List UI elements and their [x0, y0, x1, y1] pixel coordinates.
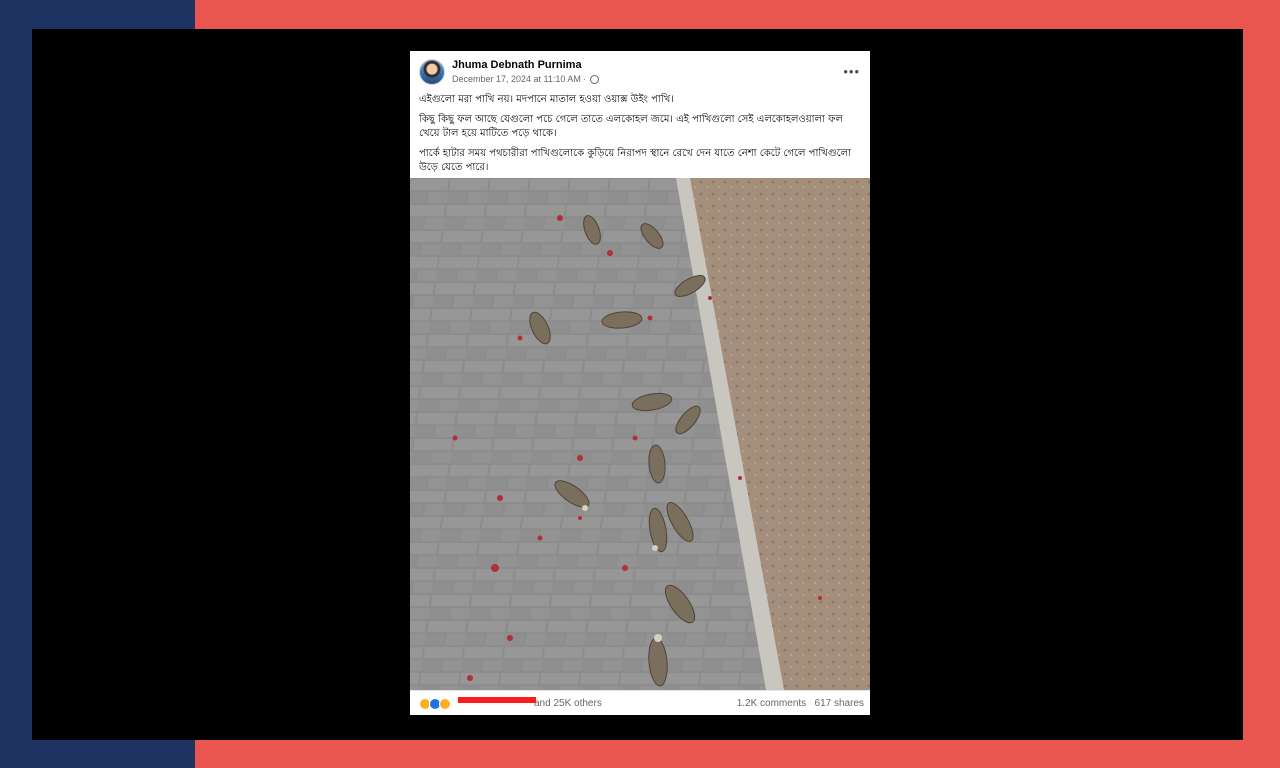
engagement-counts: 1.2K comments 617 shares [737, 698, 864, 709]
post-meta: December 17, 2024 at 11:10 AM · [452, 74, 599, 84]
globe-icon [589, 74, 599, 84]
waxwing-photo-illustration [410, 178, 870, 690]
comments-count[interactable]: 1.2K comments [737, 698, 806, 709]
author-name[interactable]: Jhuma Debnath Purnima [452, 59, 582, 71]
post-header: Jhuma Debnath Purnima December 17, 2024 … [410, 51, 870, 91]
shares-count[interactable]: 617 shares [815, 698, 864, 709]
author-avatar[interactable] [419, 59, 445, 85]
facebook-post: Jhuma Debnath Purnima December 17, 2024 … [410, 51, 870, 715]
post-footer: and 25K others 1.2K comments 617 shares [410, 690, 870, 715]
meta-separator: · [582, 74, 586, 84]
reaction-icons[interactable] [419, 698, 451, 710]
redaction-bar [458, 697, 536, 703]
post-paragraph-1: এইগুলো মরা পাখি নয়। মদপানে মাতাল হওয়া … [419, 94, 674, 105]
post-paragraph-3: পার্কে হাটার সময় পথচারীরা পাখিগুলোকে কু… [419, 148, 852, 173]
post-paragraph-2: কিছু কিছু ফল আছে যেগুলো পচে গেলে তাতে এল… [419, 114, 843, 139]
post-photo[interactable] [410, 178, 870, 690]
wow-icon [439, 698, 451, 710]
post-text: এইগুলো মরা পাখি নয়। মদপানে মাতাল হওয়া … [419, 93, 863, 181]
reaction-count[interactable]: and 25K others [534, 698, 602, 709]
more-options-button[interactable]: ••• [843, 64, 860, 79]
post-timestamp[interactable]: December 17, 2024 at 11:10 AM [452, 74, 581, 84]
